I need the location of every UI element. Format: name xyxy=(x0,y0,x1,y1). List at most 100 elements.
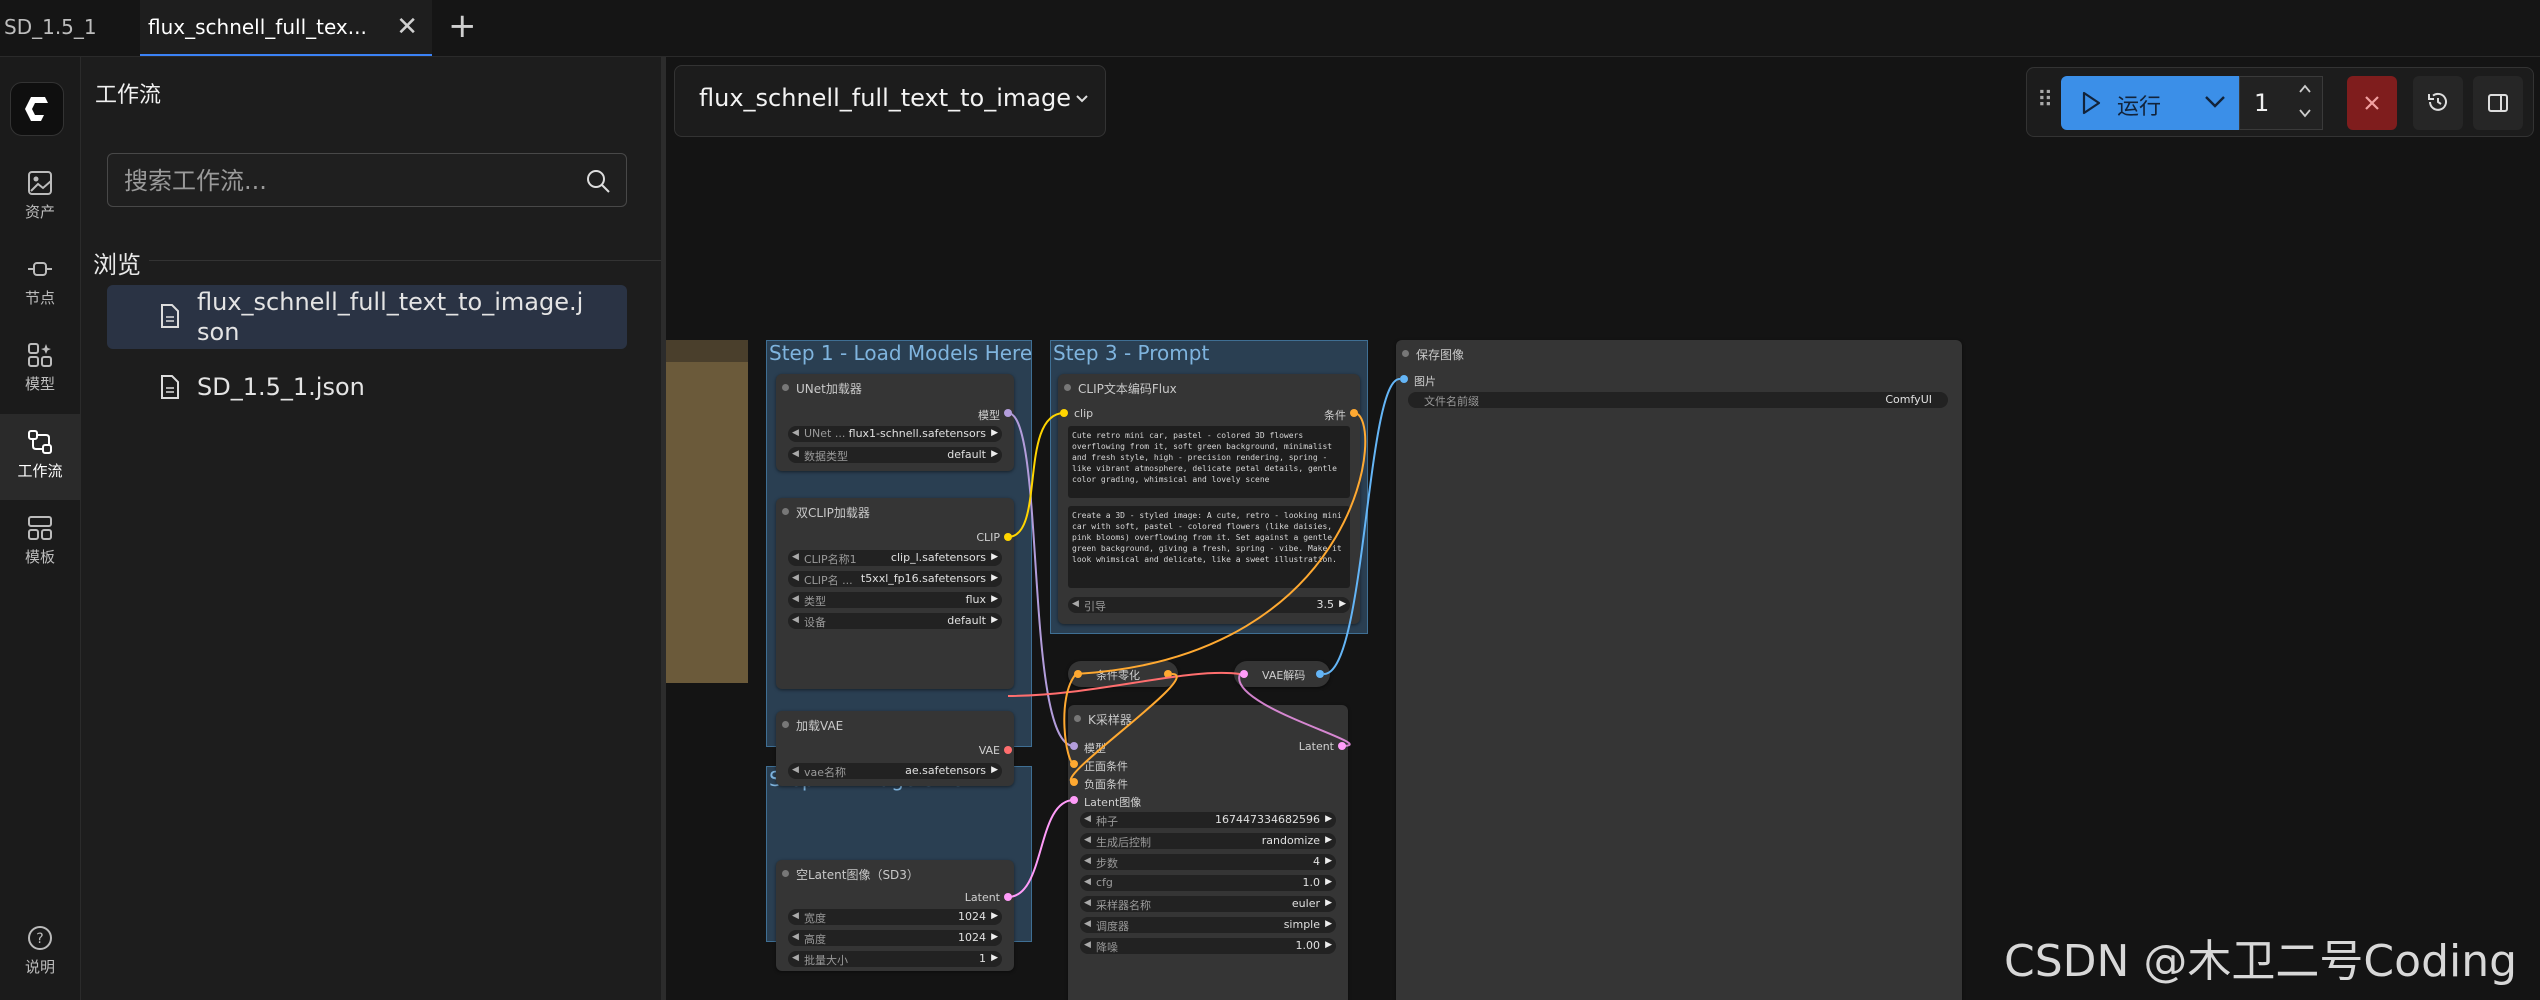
watermark: CSDN @木卫二号Coding xyxy=(2004,936,2518,987)
output-slot-latent[interactable] xyxy=(1004,893,1012,901)
output-slot-model[interactable] xyxy=(1004,409,1012,417)
file-icon xyxy=(161,304,179,328)
widget-value: 1024 xyxy=(958,910,986,923)
interrupt-button[interactable] xyxy=(2347,76,2397,130)
output-slot-latent[interactable] xyxy=(1338,742,1346,750)
sidebar-item-models[interactable]: 模型 xyxy=(0,327,80,413)
widget-label: cfg xyxy=(1096,876,1113,889)
input-slot-negative[interactable] xyxy=(1070,778,1078,786)
queue-history-button[interactable] xyxy=(2413,76,2463,130)
widget-cfg[interactable]: ◀ cfg 1.0 ▶ xyxy=(1080,875,1336,891)
widget-seed[interactable]: ◀ 种子 167447334682596 ▶ xyxy=(1080,812,1336,828)
output-slot-label: 模型 xyxy=(978,409,1000,422)
widget-sampler-name[interactable]: ◀ 采样器名称 euler ▶ xyxy=(1080,896,1336,912)
play-icon xyxy=(2082,91,2101,115)
widget-clip-type[interactable]: ◀ 类型 flux ▶ xyxy=(788,592,1002,608)
sidebar-rail: 资产 节点 模型 工作流 模板 ? 说明 xyxy=(0,57,81,1000)
widget-label: 采样器名称 xyxy=(1096,899,1151,912)
search-icon[interactable] xyxy=(584,167,612,195)
input-slot-images[interactable] xyxy=(1400,375,1408,383)
output-slot-image[interactable] xyxy=(1316,670,1324,678)
graph-canvas[interactable]: Step 1 - Load Models Here Step 2 - Image… xyxy=(666,57,2540,1000)
widget-steps[interactable]: ◀ 步数 4 ▶ xyxy=(1080,854,1336,870)
search-input[interactable] xyxy=(122,154,566,208)
widget-clip-name2[interactable]: ◀ CLIP名 ... t5xxl_fp16.safetensors ▶ xyxy=(788,571,1002,587)
sidebar-item-templates[interactable]: 模板 xyxy=(0,500,80,586)
comfy-logo[interactable] xyxy=(10,82,64,136)
widget-batch-size[interactable]: ◀ 批量大小 1 ▶ xyxy=(788,951,1002,967)
input-slot-conditioning[interactable] xyxy=(1074,670,1082,678)
tab-flux-schnell[interactable]: flux_schnell_full_tex... ✕ xyxy=(140,0,432,56)
output-slot-conditioning[interactable] xyxy=(1350,409,1358,417)
input-slot-model[interactable] xyxy=(1070,742,1078,750)
output-slot-vae[interactable] xyxy=(1004,746,1012,754)
workflow-file-item[interactable]: flux_schnell_full_text_to_image.j son xyxy=(107,285,627,349)
node-collapse-dot[interactable] xyxy=(782,870,789,877)
run-button[interactable]: 运行 xyxy=(2061,76,2239,130)
history-icon xyxy=(2428,92,2447,111)
widget-control-after-generate[interactable]: ◀ 生成后控制 randomize ▶ xyxy=(1080,833,1336,849)
node-collapse-dot[interactable] xyxy=(782,384,789,391)
toggle-side-panel-button[interactable] xyxy=(2473,76,2523,130)
node-dual-clip-loader[interactable]: 双CLIP加载器 CLIP ◀ CLIP名称1 clip_l.safetensors… xyxy=(776,498,1014,689)
node-unet-loader[interactable]: UNet加载器 模型 ◀ UNet ... flux1-schnell.safete… xyxy=(776,374,1014,471)
input-slot-label: clip xyxy=(1074,407,1094,420)
chevron-down-icon[interactable] xyxy=(2203,94,2227,110)
widget-value: 1 xyxy=(979,952,986,965)
widget-label: 种子 xyxy=(1096,815,1118,828)
workflow-selector[interactable]: flux_schnell_full_text_to_image xyxy=(674,65,1106,137)
widget-scheduler[interactable]: ◀ 调度器 simple ▶ xyxy=(1080,917,1336,933)
widget-vae-name[interactable]: ◀ vae名称 ae.safetensors ▶ xyxy=(788,763,1002,779)
note-group-partial[interactable] xyxy=(666,340,748,683)
drag-handle-icon[interactable]: ⠿ xyxy=(2037,90,2053,112)
close-icon[interactable]: ✕ xyxy=(396,0,418,54)
widget-denoise[interactable]: ◀ 降噪 1.00 ▶ xyxy=(1080,938,1336,954)
node-collapse-dot[interactable] xyxy=(782,721,789,728)
node-title: CLIP文本编码Flux xyxy=(1078,382,1177,396)
widget-clip-name1[interactable]: ◀ CLIP名称1 clip_l.safetensors ▶ xyxy=(788,550,1002,566)
tab-bar: SD_1.5_1 flux_schnell_full_tex... ✕ + xyxy=(0,0,2540,57)
widget-device[interactable]: ◀ 设备 default ▶ xyxy=(788,613,1002,629)
sidebar-item-assets[interactable]: 资产 xyxy=(0,155,80,241)
sidebar-item-workflow[interactable]: 工作流 xyxy=(0,414,80,500)
output-slot-conditioning[interactable] xyxy=(1164,670,1172,678)
input-slot-positive[interactable] xyxy=(1070,760,1078,768)
help-button[interactable]: ? 说明 xyxy=(0,910,80,996)
node-conditioning-zero-out[interactable]: 条件零化 xyxy=(1068,661,1178,687)
input-slot-latent[interactable] xyxy=(1070,796,1078,804)
clip-l-text-input[interactable]: Cute retro mini car, pastel - colored 3D… xyxy=(1068,426,1350,498)
input-slot-label: 图片 xyxy=(1414,375,1436,388)
batch-count-stepper[interactable]: 1 xyxy=(2239,76,2323,130)
node-collapse-dot[interactable] xyxy=(1064,384,1071,391)
output-slot-label: Latent xyxy=(1298,740,1334,753)
node-ksampler[interactable]: K采样器 模型 正面条件 负面条件 Latent图像 Latent ◀ 种子 167… xyxy=(1068,705,1348,1000)
tab-sd-1-5-1[interactable]: SD_1.5_1 xyxy=(4,0,140,56)
sidebar-item-nodes[interactable]: 节点 xyxy=(0,241,80,327)
widget-guidance[interactable]: ◀ 引导 3.5 ▶ xyxy=(1068,597,1350,613)
node-collapse-dot[interactable] xyxy=(782,508,789,515)
add-tab-button[interactable]: + xyxy=(448,0,477,56)
chevron-up-icon[interactable] xyxy=(2298,83,2312,95)
widget-weight-dtype[interactable]: ◀ 数据类型 default ▶ xyxy=(788,447,1002,463)
widget-filename-prefix[interactable]: 文件名前缀 ComfyUI xyxy=(1408,392,1948,408)
node-clip-text-encode-flux[interactable]: CLIP文本编码Flux clip 条件 Cute retro mini car… xyxy=(1058,374,1360,624)
chevron-down-icon[interactable] xyxy=(2298,107,2312,119)
workflow-file-item[interactable]: SD_1.5_1.json xyxy=(107,365,627,411)
node-title: UNet加载器 xyxy=(796,382,862,396)
input-slot-samples[interactable] xyxy=(1240,670,1248,678)
node-vae-decode[interactable]: VAE解码 xyxy=(1234,661,1330,687)
t5xxl-text-input[interactable]: Create a 3D - styled image: A cute, retr… xyxy=(1068,506,1350,588)
widget-width[interactable]: ◀ 宽度 1024 ▶ xyxy=(788,909,1002,925)
node-empty-latent[interactable]: 空Latent图像（SD3） Latent ◀ 宽度 1024 ▶ ◀ 高度 1024 ▶ … xyxy=(776,860,1014,971)
output-slot-clip[interactable] xyxy=(1004,533,1012,541)
node-collapse-dot[interactable] xyxy=(1074,715,1081,722)
node-save-image[interactable]: 保存图像 图片 文件名前缀 ComfyUI xyxy=(1396,340,1962,1000)
browse-section-label: 浏览 xyxy=(93,251,141,279)
panel-title: 工作流 xyxy=(95,83,162,108)
node-load-vae[interactable]: 加载VAE VAE ◀ vae名称 ae.safetensors ▶ xyxy=(776,711,1014,786)
input-slot-clip[interactable] xyxy=(1060,409,1068,417)
widget-height[interactable]: ◀ 高度 1024 ▶ xyxy=(788,930,1002,946)
output-slot-label: CLIP xyxy=(976,531,1000,544)
widget-unet-name[interactable]: ◀ UNet ... flux1-schnell.safetensors ▶ xyxy=(788,426,1002,442)
node-collapse-dot[interactable] xyxy=(1402,350,1409,357)
